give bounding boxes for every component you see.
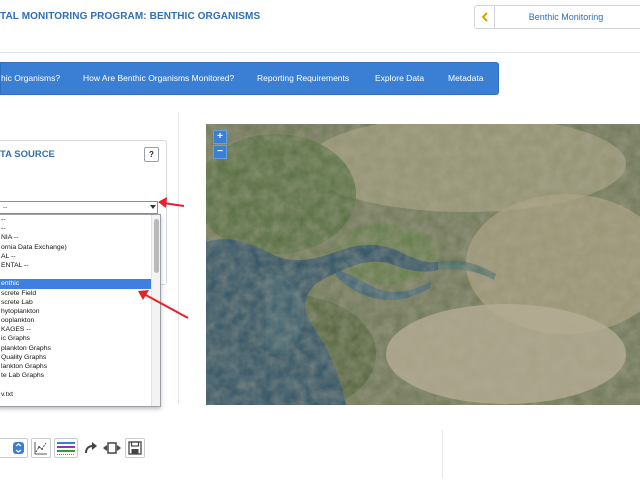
red-arrow-icon bbox=[158, 197, 185, 208]
redo-arrow-icon bbox=[85, 442, 97, 454]
red-arrow-icon bbox=[138, 290, 189, 319]
save-disk-icon bbox=[128, 441, 142, 455]
fit-width-icon bbox=[103, 442, 121, 454]
dropdown-stepper[interactable] bbox=[0, 438, 28, 458]
annotation-arrows bbox=[138, 197, 189, 319]
bottom-divider bbox=[442, 430, 443, 478]
fit-width-button[interactable] bbox=[102, 438, 122, 458]
legend-lines-button[interactable] bbox=[54, 438, 78, 458]
redo-button[interactable] bbox=[81, 438, 99, 458]
app-root: TAL MONITORING PROGRAM: BENTHIC ORGANISM… bbox=[0, 0, 640, 480]
chart-plot-icon bbox=[34, 442, 47, 455]
dropdown-icon bbox=[13, 442, 24, 454]
save-button[interactable] bbox=[125, 438, 145, 458]
chart-plot-button[interactable] bbox=[31, 438, 51, 458]
legend-lines-icon bbox=[57, 442, 75, 455]
